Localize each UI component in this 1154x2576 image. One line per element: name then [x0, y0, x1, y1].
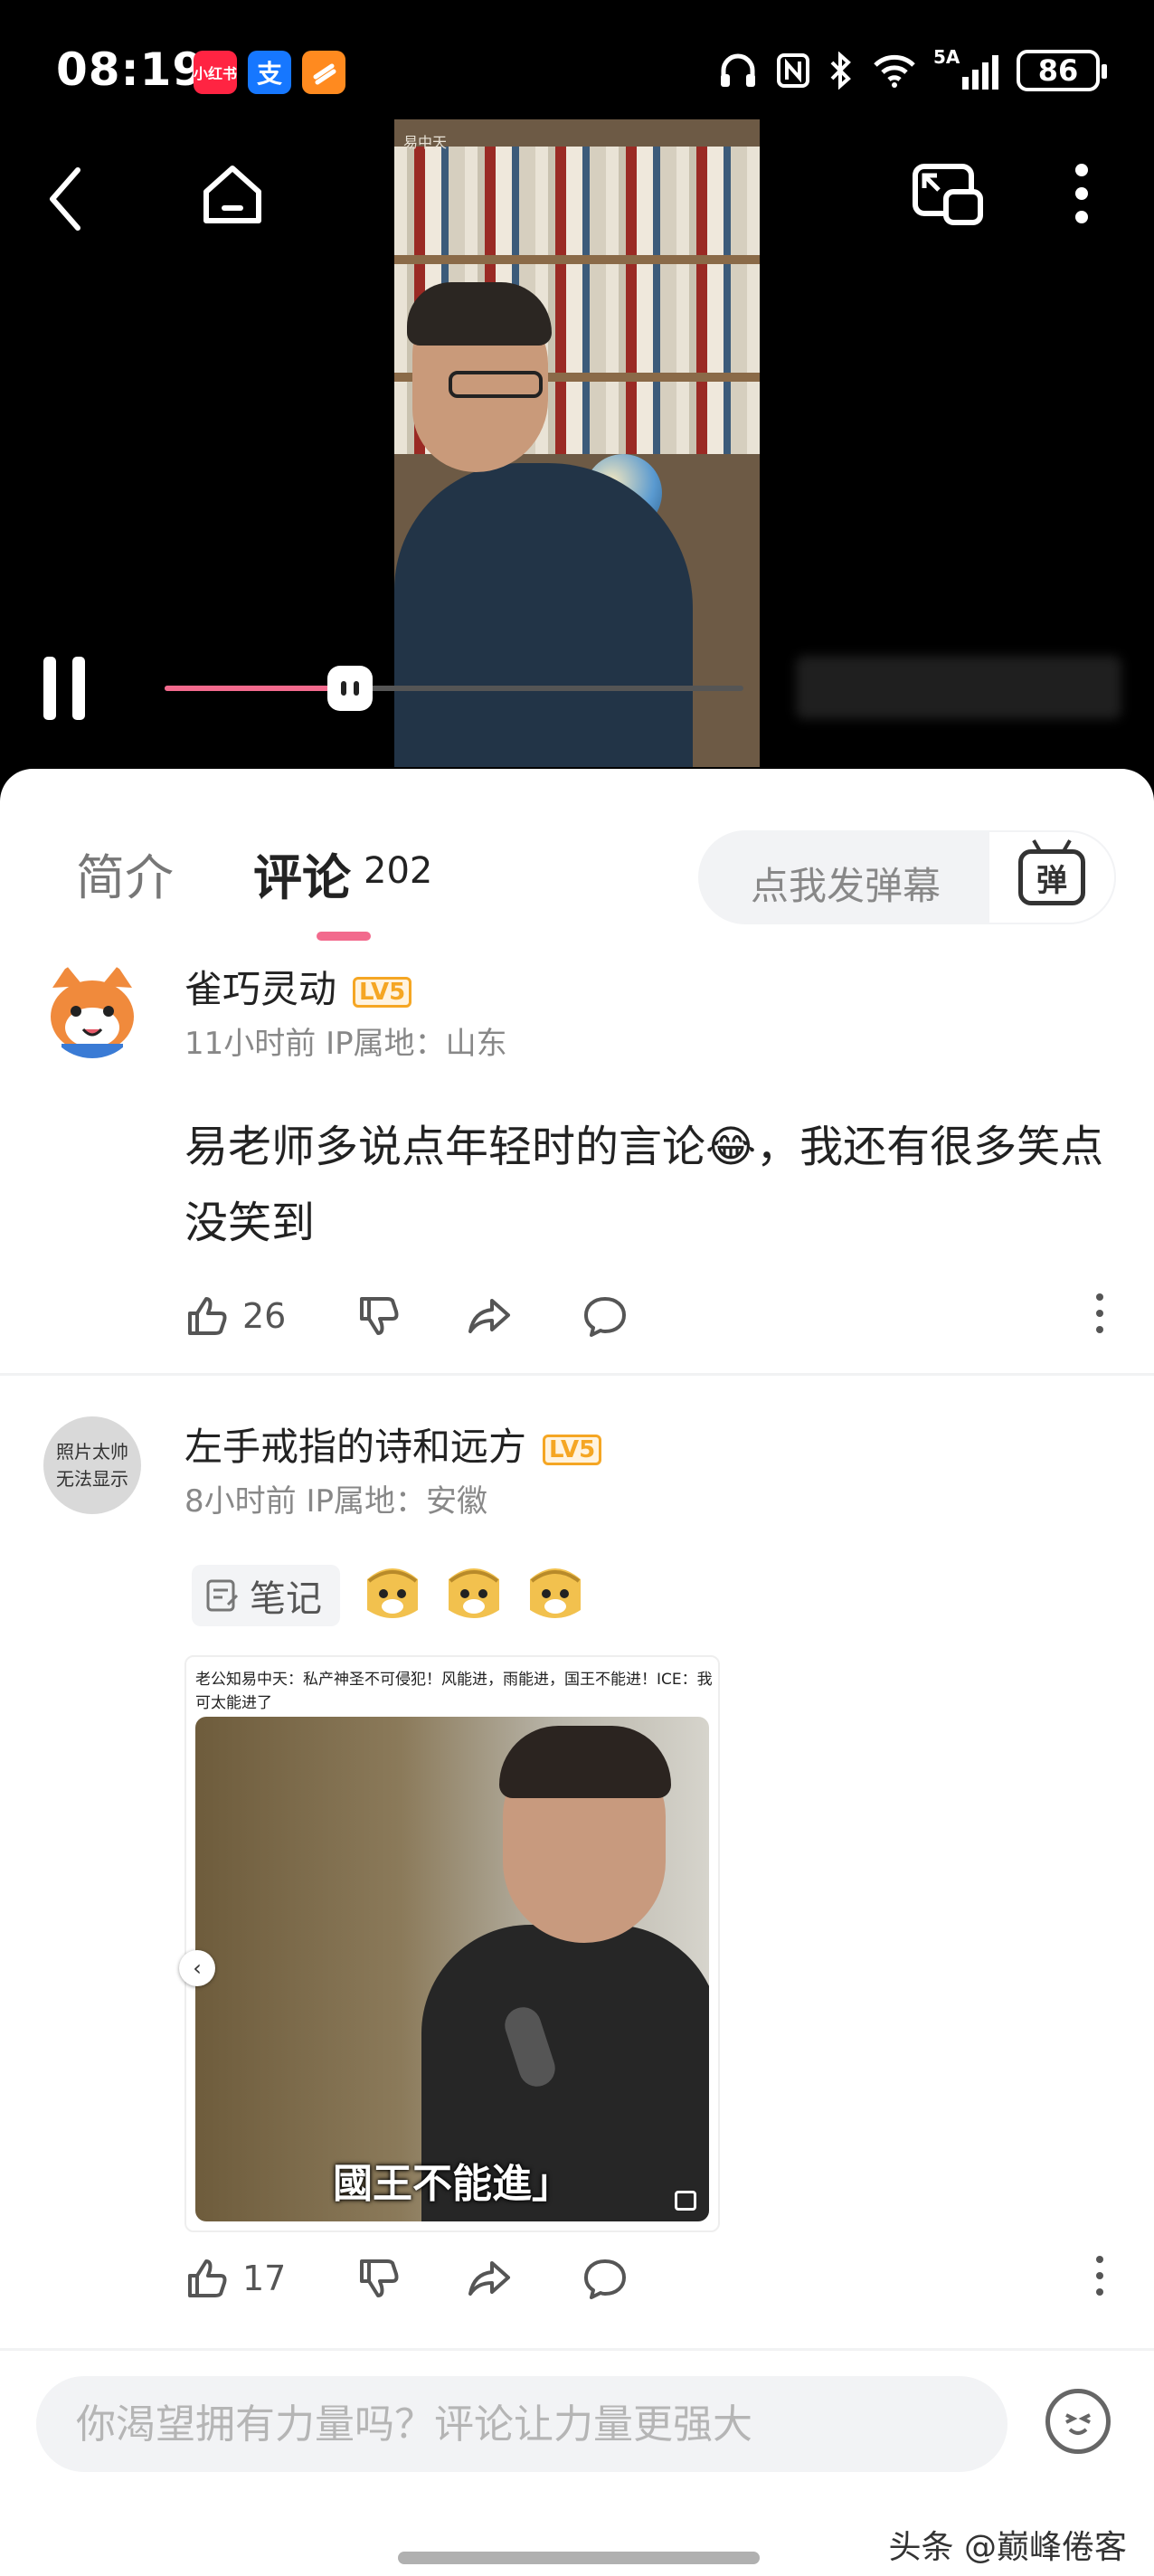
avatar-placeholder-text: 无法显示	[56, 1468, 128, 1490]
meme-speaker-hair	[499, 1726, 671, 1798]
thumbs-up-icon	[188, 1297, 227, 1335]
like-button[interactable]: 26	[184, 1293, 286, 1339]
status-bar: 08:19 小红书 支 5A 86	[0, 0, 1154, 118]
comment-actions: 26	[184, 1293, 1116, 1348]
comment-meta: 8小时前 IP属地：安徽	[184, 1483, 487, 1520]
video-player[interactable]: 易中天	[0, 118, 1154, 769]
pause-icon[interactable]	[43, 657, 85, 720]
danmaku-icon: 弹	[1018, 849, 1085, 905]
xiaohongshu-app-icon: 小红书	[194, 51, 237, 94]
network-type: 5A	[933, 46, 960, 68]
comment-username[interactable]: 左手戒指的诗和远方 LV5	[184, 1416, 602, 1472]
danmaku-placeholder: 点我发弹幕	[751, 864, 941, 908]
video-progress-fill	[165, 686, 350, 691]
comment-text: 易老师多说点年轻时的言论😂，我还有很多笑点没笑到	[184, 1122, 1104, 1248]
nfc-icon	[777, 53, 809, 88]
emoji-face-icon	[1065, 2413, 1091, 2435]
speaker-glasses	[449, 371, 543, 398]
meme-subtitle: 國王不能進」	[333, 2161, 572, 2207]
comment-input[interactable]	[36, 2376, 1007, 2472]
reply-button[interactable]	[582, 1293, 628, 1339]
meme-photo: 國王不能進」	[195, 1717, 709, 2221]
bluetooth-icon	[830, 52, 851, 90]
reply-button[interactable]	[582, 2256, 628, 2301]
thumbs-down-icon	[360, 2259, 399, 2297]
level-badge: LV5	[543, 1434, 602, 1465]
progress-thumb[interactable]	[326, 666, 373, 711]
status-time: 08:19	[56, 43, 205, 96]
username-text: 左手戒指的诗和远方	[184, 1425, 527, 1469]
uploader-watermark: 易中天	[403, 134, 448, 151]
home-indicator[interactable]	[398, 2552, 760, 2564]
username-text: 雀巧灵动	[184, 967, 337, 1011]
battery-indicator: 86	[1017, 50, 1107, 91]
comment-more-icon[interactable]	[1096, 1293, 1103, 1333]
comment-actions: 17	[184, 2256, 1116, 2310]
dislike-button[interactable]	[356, 1293, 402, 1339]
danmaku-input[interactable]: 点我发弹幕 弹	[698, 830, 1116, 924]
comment-count: 202	[364, 850, 433, 892]
tab-comments[interactable]: 评论	[253, 838, 351, 909]
comment-username[interactable]: 雀巧灵动 LV5	[184, 959, 412, 1014]
blurred-overlay	[796, 656, 1121, 719]
thumbs-down-icon	[360, 1297, 399, 1335]
home-icon[interactable]	[201, 161, 264, 226]
doge-emoji-icon	[530, 1568, 581, 1618]
dislike-button[interactable]	[356, 2256, 402, 2301]
back-icon[interactable]	[45, 163, 85, 235]
video-progress-bar[interactable]	[165, 666, 743, 711]
like-count: 17	[242, 2259, 287, 2298]
bookshelf-row	[394, 147, 760, 255]
comment-panel: 简介 评论 202 点我发弹幕 弹 雀巧灵动 LV5 11小时前 IP属地：山东 …	[0, 769, 1154, 2576]
note-tag[interactable]: 笔记	[192, 1565, 340, 1626]
comment-meta: 11小时前 IP属地：山东	[184, 1026, 507, 1062]
avatar[interactable]	[43, 961, 141, 1058]
source-watermark: 头条 @巅峰倦客	[888, 2529, 1127, 2566]
reply-bubble-icon	[584, 1297, 626, 1337]
danmaku-toggle-button[interactable]: 弹	[988, 830, 1116, 924]
picture-in-picture-icon[interactable]	[912, 163, 984, 226]
meme-caption: 老公知易中天：私产神圣不可侵犯！风能进，雨能进，国王不能进！ICE：我可太能进了	[195, 1671, 713, 1712]
comment-image[interactable]: 老公知易中天：私产神圣不可侵犯！风能进，雨能进，国王不能进！ICE：我可太能进了…	[184, 1655, 720, 2232]
status-icons: 5A 86	[718, 46, 1107, 91]
avatar-placeholder-text: 照片太帅	[56, 1441, 128, 1463]
shelf	[394, 255, 760, 264]
speaker-hair	[407, 282, 552, 346]
avatar[interactable]: 照片太帅 无法显示	[43, 1416, 141, 1514]
share-button[interactable]	[467, 1293, 512, 1339]
danmaku-icon-label: 弹	[1036, 862, 1067, 899]
emoji-icon[interactable]	[1045, 2389, 1111, 2454]
thumbs-up-icon	[188, 2259, 227, 2297]
share-icon	[468, 2261, 510, 2296]
headphones-icon	[721, 53, 755, 87]
tab-intro[interactable]: 简介	[76, 838, 174, 909]
note-icon	[206, 1579, 239, 1612]
more-icon[interactable]	[1073, 161, 1091, 226]
alipay-app-icon: 支	[248, 51, 291, 94]
video-frame: 易中天	[394, 119, 760, 767]
orange-app-icon	[302, 51, 345, 94]
reply-bubble-icon	[584, 2259, 626, 2299]
image-prev-arrow-icon[interactable]: ‹	[179, 1950, 215, 1986]
like-count: 26	[242, 1296, 287, 1336]
wifi-icon	[874, 54, 915, 88]
comment-divider	[0, 1373, 1154, 1376]
signal-indicator: 5A	[933, 46, 998, 90]
gallery-icon	[675, 2191, 696, 2211]
like-button[interactable]: 17	[184, 2256, 286, 2301]
doge-emoji-icon	[449, 1568, 499, 1618]
level-badge: LV5	[353, 976, 412, 1008]
note-label: 笔记	[250, 1578, 322, 1620]
active-tab-indicator	[317, 932, 371, 941]
doge-emoji-icon	[367, 1568, 418, 1618]
share-icon	[468, 1299, 510, 1333]
cat-avatar-icon	[51, 966, 134, 1058]
speaker-body	[394, 463, 693, 767]
share-button[interactable]	[467, 2256, 512, 2301]
comment-input-bar: 头条 @巅峰倦客	[0, 2348, 1154, 2576]
comment-more-icon[interactable]	[1096, 2256, 1103, 2296]
